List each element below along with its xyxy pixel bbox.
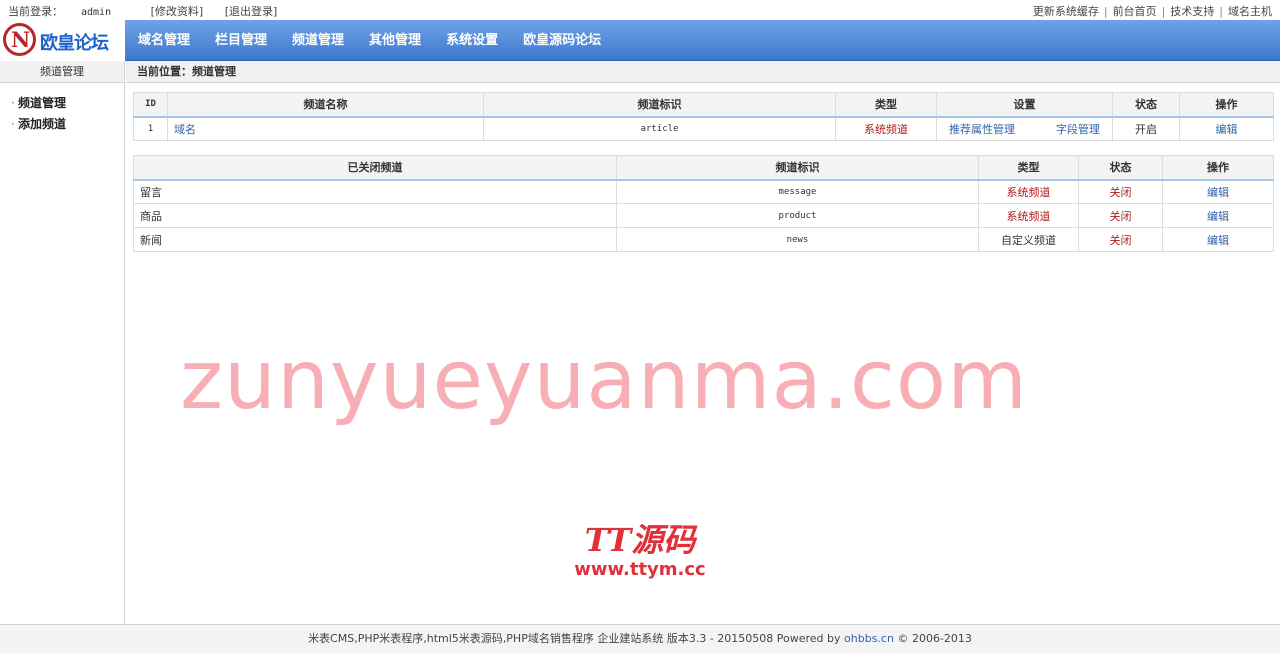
logo: N 欧皇论坛	[0, 20, 125, 61]
cell-channel-name[interactable]: 域名	[167, 116, 484, 141]
username: admin	[81, 7, 112, 18]
cell-status: 关闭	[1078, 227, 1163, 252]
breadcrumb: 当前位置：频道管理	[126, 61, 1280, 83]
recommend-attr-link[interactable]: 推荐属性管理	[949, 123, 1015, 136]
cell-channel-key: article	[483, 116, 836, 141]
nav-domain-management[interactable]: 域名管理	[130, 20, 198, 61]
cell-channel-key: message	[616, 179, 979, 204]
cell-status: 开启	[1112, 116, 1180, 141]
sidebar-title: 频道管理	[0, 61, 124, 83]
open-channels-table: ID 频道名称 频道标识 类型 设置 状态 操作 1 域名 article 系统…	[133, 92, 1274, 141]
col-closed-channel: 已关闭频道	[133, 155, 617, 181]
col-status: 状态	[1112, 92, 1180, 118]
update-cache-link[interactable]: 更新系统缓存	[1033, 5, 1099, 18]
sidebar-item-add-channel[interactable]: 添加频道	[0, 114, 124, 135]
edit-profile-link[interactable]: [修改资料]	[151, 5, 204, 18]
login-label: 当前登录：	[8, 5, 63, 18]
edit-link[interactable]: 编辑	[1162, 203, 1274, 228]
table-row: 1 域名 article 系统频道 推荐属性管理 字段管理 开启 编辑	[133, 116, 1274, 141]
watermark-logo: TT源码 www.ttym.cc	[560, 515, 720, 580]
watermark-logo-title: TT源码	[584, 521, 696, 559]
cell-channel-name: 留言	[133, 179, 617, 204]
cell-status: 关闭	[1078, 179, 1163, 204]
table-row: 新闻 news 自定义频道 关闭 编辑	[133, 227, 1274, 252]
col-channel-key: 频道标识	[483, 92, 836, 118]
col-channel-key: 频道标识	[616, 155, 979, 181]
edit-link[interactable]: 编辑	[1162, 227, 1274, 252]
cell-id: 1	[133, 116, 168, 141]
main-nav: 域名管理 栏目管理 频道管理 其他管理 系统设置 欧皇源码论坛	[130, 20, 618, 61]
logout-link[interactable]: [退出登录]	[225, 5, 278, 18]
footer-copyright: © 2006-2013	[897, 632, 972, 645]
cell-settings: 推荐属性管理 字段管理	[936, 116, 1113, 141]
cell-type: 自定义频道	[978, 227, 1079, 252]
frontpage-link[interactable]: 前台首页	[1113, 5, 1157, 18]
nav-column-management[interactable]: 栏目管理	[207, 20, 275, 61]
cell-channel-name: 商品	[133, 203, 617, 228]
col-status: 状态	[1078, 155, 1163, 181]
col-type: 类型	[978, 155, 1079, 181]
login-info: 当前登录： admin [修改资料] [退出登录]	[8, 3, 295, 19]
nav-other-management[interactable]: 其他管理	[361, 20, 429, 61]
top-links: 更新系统缓存 | 前台首页 | 技术支持 | 域名主机	[1032, 5, 1272, 18]
nav-channel-management[interactable]: 频道管理	[284, 20, 352, 61]
col-action: 操作	[1179, 92, 1274, 118]
field-management-link[interactable]: 字段管理	[1056, 123, 1100, 136]
cell-type: 系统频道	[835, 116, 937, 141]
edit-link[interactable]: 编辑	[1162, 179, 1274, 204]
tech-support-link[interactable]: 技术支持	[1170, 5, 1214, 18]
sidebar: 频道管理 频道管理 添加频道	[0, 61, 125, 624]
cell-channel-key: news	[616, 227, 979, 252]
col-type: 类型	[835, 92, 937, 118]
domain-host-link[interactable]: 域名主机	[1228, 5, 1272, 18]
top-bar: 当前登录： admin [修改资料] [退出登录] 更新系统缓存 | 前台首页 | 技术支…	[0, 0, 1280, 20]
cell-channel-key: product	[616, 203, 979, 228]
sidebar-menu: 频道管理 添加频道	[0, 83, 124, 135]
cell-channel-name: 新闻	[133, 227, 617, 252]
cell-type: 系统频道	[978, 203, 1079, 228]
footer: 米表CMS,PHP米表程序,html5米表源码,PHP域名销售程序 企业建站系统…	[0, 624, 1280, 653]
watermark-logo-url: www.ttym.cc	[574, 559, 706, 580]
nav-forum[interactable]: 欧皇源码论坛	[515, 20, 609, 61]
table-header-row: 已关闭频道 频道标识 类型 状态 操作	[133, 155, 1274, 181]
sidebar-item-channel-management[interactable]: 频道管理	[0, 93, 124, 114]
footer-text: 米表CMS,PHP米表程序,html5米表源码,PHP域名销售程序 企业建站系统…	[308, 632, 841, 645]
nav-system-settings[interactable]: 系统设置	[438, 20, 506, 61]
footer-brand-link[interactable]: ohbbs.cn	[844, 632, 894, 645]
edit-link[interactable]: 编辑	[1179, 116, 1274, 141]
watermark-text: zunyueyuanma.com	[180, 333, 1028, 428]
logo-mark-icon: N	[3, 23, 36, 56]
cell-status: 关闭	[1078, 203, 1163, 228]
col-action: 操作	[1162, 155, 1274, 181]
table-header-row: ID 频道名称 频道标识 类型 设置 状态 操作	[133, 92, 1274, 118]
logo-text: 欧皇论坛	[40, 33, 109, 54]
table-row: 商品 product 系统频道 关闭 编辑	[133, 203, 1274, 228]
table-row: 留言 message 系统频道 关闭 编辑	[133, 179, 1274, 204]
cell-type: 系统频道	[978, 179, 1079, 204]
col-id: ID	[133, 92, 168, 118]
col-settings: 设置	[936, 92, 1113, 118]
col-channel-name: 频道名称	[167, 92, 484, 118]
header: N 欧皇论坛 域名管理 栏目管理 频道管理 其他管理 系统设置 欧皇源码论坛	[0, 20, 1280, 61]
closed-channels-table: 已关闭频道 频道标识 类型 状态 操作 留言 message 系统频道 关闭 编…	[133, 155, 1274, 252]
